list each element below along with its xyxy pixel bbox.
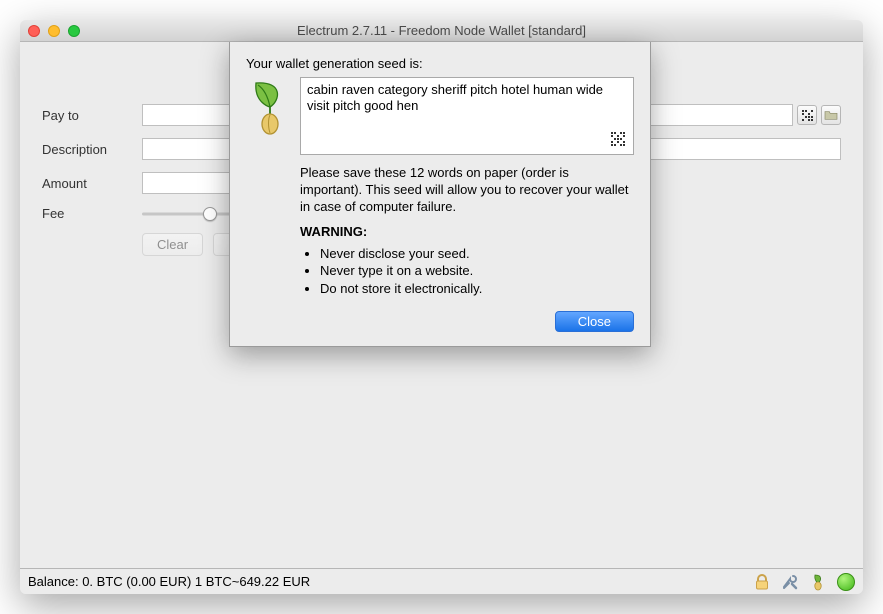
seed-instructions: Please save these 12 words on paper (ord… — [300, 165, 634, 216]
tools-icon[interactable] — [781, 573, 799, 591]
balance-text: Balance: 0. BTC (0.00 EUR) 1 BTC~649.22 … — [28, 574, 310, 589]
seed-textbox[interactable]: cabin raven category sheriff pitch hotel… — [300, 77, 634, 155]
warning-label: WARNING: — [300, 224, 634, 239]
status-icons — [753, 573, 855, 591]
titlebar: Electrum 2.7.11 - Freedom Node Wallet [s… — [20, 20, 863, 42]
window-title: Electrum 2.7.11 - Freedom Node Wallet [s… — [28, 23, 855, 38]
warning-item: Never type it on a website. — [320, 262, 634, 280]
app-window: Electrum 2.7.11 - Freedom Node Wallet [s… — [20, 20, 863, 594]
connection-indicator-icon[interactable] — [837, 573, 855, 591]
statusbar: Balance: 0. BTC (0.00 EUR) 1 BTC~649.22 … — [20, 568, 863, 594]
seed-icon[interactable] — [809, 573, 827, 591]
description-label: Description — [42, 142, 142, 157]
warning-list: Never disclose your seed. Never type it … — [300, 245, 634, 298]
seed-sprout-icon — [246, 77, 290, 137]
fee-slider[interactable] — [142, 207, 232, 221]
zoom-window-icon[interactable] — [68, 25, 80, 37]
warning-item: Never disclose your seed. — [320, 245, 634, 263]
lock-icon[interactable] — [753, 573, 771, 591]
traffic-lights — [28, 25, 80, 37]
seed-qr-icon[interactable] — [611, 132, 629, 150]
fee-slider-thumb[interactable] — [203, 207, 217, 221]
folder-icon[interactable] — [821, 105, 841, 125]
minimize-window-icon[interactable] — [48, 25, 60, 37]
clear-button[interactable]: Clear — [142, 233, 203, 256]
seed-dialog-header: Your wallet generation seed is: — [246, 56, 634, 71]
warning-item: Do not store it electronically. — [320, 280, 634, 298]
qr-icon[interactable] — [797, 105, 817, 125]
seed-words: cabin raven category sheriff pitch hotel… — [307, 82, 603, 113]
pay-to-label: Pay to — [42, 108, 142, 123]
fee-label: Fee — [42, 206, 142, 221]
amount-label: Amount — [42, 176, 142, 191]
close-window-icon[interactable] — [28, 25, 40, 37]
close-button[interactable]: Close — [555, 311, 634, 332]
seed-dialog: Your wallet generation seed is: cabin ra… — [229, 42, 651, 347]
